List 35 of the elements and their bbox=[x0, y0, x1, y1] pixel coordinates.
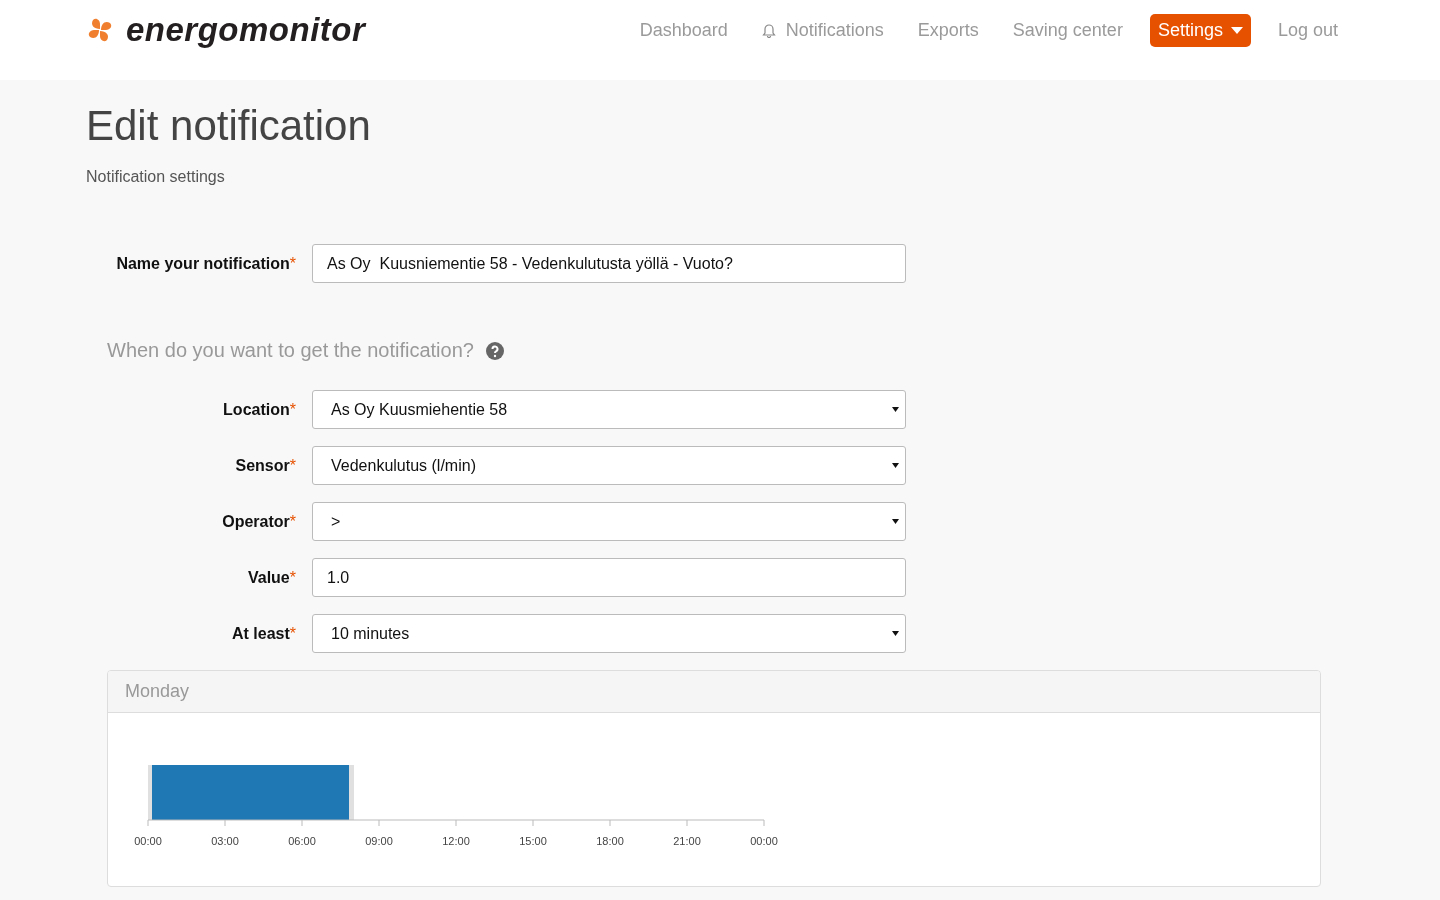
page-title: Edit notification bbox=[86, 102, 372, 150]
axis-tick-label: 00:00 bbox=[750, 835, 778, 847]
axis-tick-label: 12:00 bbox=[442, 835, 470, 847]
field-label: Name your notification* bbox=[115, 254, 296, 273]
settings-menu-button[interactable]: Settings bbox=[1149, 13, 1251, 47]
select-field[interactable]: As Oy Kuusmiehentie 58 bbox=[312, 390, 906, 429]
caret-icon bbox=[892, 519, 899, 524]
axis-tick-label: 15:00 bbox=[519, 835, 547, 847]
field-label: Location* bbox=[222, 400, 296, 419]
field-label: Value* bbox=[246, 568, 296, 587]
input-field[interactable]: 1.0 bbox=[312, 558, 906, 597]
axis-tick-label: 00:00 bbox=[134, 835, 162, 847]
page-subtitle: Notification settings bbox=[86, 168, 226, 186]
caret-icon bbox=[892, 463, 899, 468]
axis-tick-label: 09:00 bbox=[365, 835, 393, 847]
help-icon[interactable] bbox=[485, 341, 504, 360]
input-field[interactable]: As Oy Kuusniementie 58 - Vedenkulutusta yöllä - Vuoto? bbox=[312, 244, 906, 283]
axis-tick-label: 18:00 bbox=[596, 835, 624, 847]
brand-name: energomonitor bbox=[126, 11, 366, 49]
bell-icon bbox=[761, 22, 776, 38]
select-field[interactable]: Vedenkulutus (l/min) bbox=[312, 446, 906, 485]
field-label: Sensor* bbox=[234, 456, 296, 475]
axis-tick-label: 06:00 bbox=[288, 835, 316, 847]
day-heading: Monday bbox=[108, 671, 1320, 713]
caret-icon bbox=[892, 631, 899, 636]
select-field[interactable]: > bbox=[312, 502, 906, 541]
select-field[interactable]: 10 minutes bbox=[312, 614, 906, 653]
caret-icon bbox=[1230, 26, 1243, 34]
field-label: At least* bbox=[230, 624, 296, 643]
section-title: When do you want to get the notification? bbox=[107, 339, 474, 362]
caret-icon bbox=[892, 407, 899, 412]
axis-tick-label: 21:00 bbox=[673, 835, 701, 847]
field-label: Operator* bbox=[221, 512, 296, 531]
logo-icon bbox=[86, 16, 114, 44]
axis-tick-label: 03:00 bbox=[211, 835, 239, 847]
